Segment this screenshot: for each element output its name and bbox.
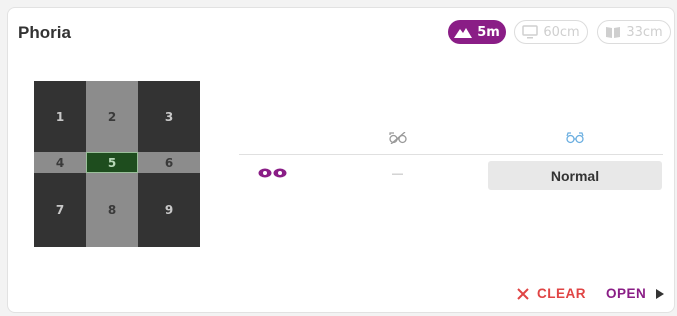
clear-label: CLEAR (537, 286, 586, 301)
phoria-grid: 1 2 3 4 5 6 7 8 9 (34, 81, 200, 247)
play-icon (656, 288, 665, 299)
grid-cell-7[interactable]: 7 (34, 173, 86, 247)
grid-cell-2[interactable]: 2 (86, 81, 138, 152)
card-title: Phoria (18, 23, 71, 42)
book-icon (606, 26, 621, 38)
grid-cell-8[interactable]: 8 (86, 173, 138, 247)
distance-33cm-label: 33cm (626, 24, 663, 40)
glasses-off-icon (389, 131, 407, 148)
phoria-card: Phoria 5m 60cm 33cm 1 2 3 4 5 6 7 8 9 — … (7, 7, 675, 313)
grid-cell-1[interactable]: 1 (34, 81, 86, 152)
grid-cell-5[interactable]: 5 (86, 152, 138, 173)
row-value-with-glasses[interactable]: Normal (488, 161, 662, 190)
distance-60cm-button[interactable]: 60cm (514, 20, 588, 44)
grid-cell-6[interactable]: 6 (138, 152, 200, 173)
monitor-icon (522, 25, 539, 39)
table-divider (239, 154, 663, 155)
grid-cell-9[interactable]: 9 (138, 173, 200, 247)
distance-33cm-button[interactable]: 33cm (597, 20, 671, 44)
clear-button[interactable]: CLEAR (517, 286, 586, 301)
mountain-icon (454, 28, 473, 38)
open-button[interactable]: OPEN (606, 286, 665, 301)
close-icon (517, 287, 529, 300)
row-value-without-glasses: — (392, 168, 403, 180)
distance-5m-label: 5m (477, 24, 500, 40)
grid-cell-3[interactable]: 3 (138, 81, 200, 152)
grid-cell-4[interactable]: 4 (34, 152, 86, 173)
glasses-icon (566, 132, 584, 148)
eyes-icon (258, 167, 288, 181)
distance-60cm-label: 60cm (543, 24, 580, 40)
open-label: OPEN (606, 286, 647, 301)
distance-5m-button[interactable]: 5m (448, 20, 506, 44)
